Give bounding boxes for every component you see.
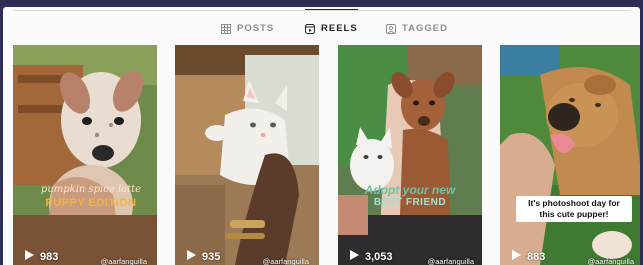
tab-posts-label: POSTS <box>237 23 275 34</box>
tab-tagged-label: TAGGED <box>402 23 448 34</box>
reel-caption-script: Adopt your new <box>364 183 456 197</box>
play-icon <box>512 250 521 263</box>
reel-tile[interactable]: It's photoshoot day for this cute pupper… <box>500 45 640 265</box>
reel-thumbnail-dog-and-kitten <box>338 45 482 265</box>
grid-icon <box>221 23 231 34</box>
profile-content-panel: POSTS REELS TAGGED pumpkin spice latte P… <box>3 7 640 265</box>
reel-tile[interactable]: pumpkin spice latte PUPPY EDITION 983 @a… <box>13 45 157 265</box>
tab-reels-label: REELS <box>321 23 358 34</box>
reel-thumbnail-puppy <box>13 45 157 265</box>
tab-tagged[interactable]: TAGGED <box>386 10 448 47</box>
view-count-text: 983 <box>40 250 59 263</box>
play-icon <box>350 250 359 263</box>
reel-watermark: @aarfanguilla <box>587 257 634 265</box>
view-count-text: 3,053 <box>365 250 393 263</box>
reel-thumbnail-sunbathing-dog <box>500 45 640 265</box>
tab-reels[interactable]: REELS <box>305 9 358 47</box>
reel-view-count: 983 <box>25 250 58 263</box>
reels-icon <box>305 23 315 34</box>
profile-tabs: POSTS REELS TAGGED <box>3 7 640 47</box>
reel-view-count: 3,053 <box>350 250 393 263</box>
reel-caption-title: PUPPY EDITION <box>45 197 137 209</box>
reel-watermark: @aarfanguilla <box>427 257 474 265</box>
reel-caption-title: BEST FRIEND <box>373 197 447 208</box>
reel-caption-box: It's photoshoot day for this cute pupper… <box>516 196 632 222</box>
reel-tile[interactable]: 935 @aarfanguilla <box>175 45 319 265</box>
play-icon <box>187 250 196 263</box>
reel-thumbnail-kitten <box>175 45 319 265</box>
reel-watermark: @aarfanguilla <box>100 257 147 265</box>
reel-view-count: 883 <box>512 250 545 263</box>
reel-caption-script: pumpkin spice latte <box>40 184 142 195</box>
reel-view-count: 935 <box>187 250 220 263</box>
reel-tile[interactable]: Adopt your new BEST FRIEND 3,053 @aarfan… <box>338 45 482 265</box>
view-count-text: 883 <box>527 250 546 263</box>
reel-watermark: @aarfanguilla <box>262 257 309 265</box>
play-icon <box>25 250 34 263</box>
tagged-icon <box>386 23 396 34</box>
tab-posts[interactable]: POSTS <box>221 10 274 47</box>
view-count-text: 935 <box>202 250 221 263</box>
